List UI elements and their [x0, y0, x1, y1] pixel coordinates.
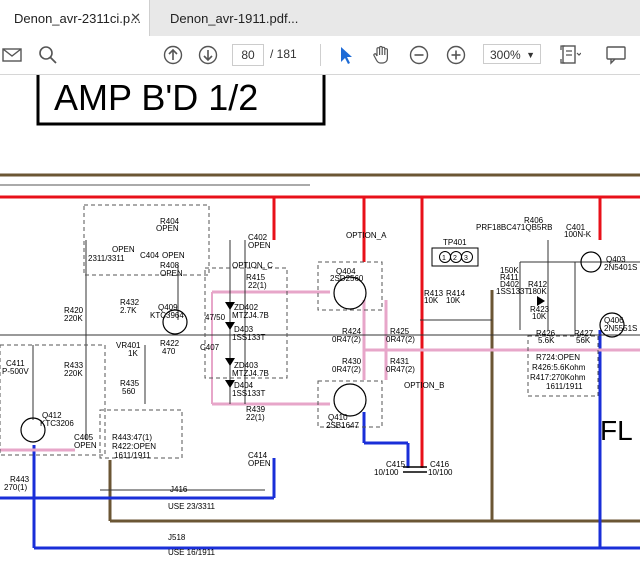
toolbar-divider: [320, 44, 321, 66]
label-r413v: 10K: [424, 296, 439, 305]
label-r423v: 10K: [532, 312, 547, 321]
tab-bar: Denon_avr-2311ci.p... ✕ Denon_avr-1911.p…: [0, 0, 640, 37]
label-q403t: 2N5401S: [604, 263, 637, 272]
label-c404: C404: [140, 251, 160, 260]
zoom-value: 300%: [490, 48, 521, 62]
label-open-block-models: 2311/3311: [88, 254, 125, 263]
label-j518-use: USE 16/1911: [168, 548, 216, 557]
label-c405v: OPEN: [74, 441, 97, 450]
label-c416v: 10/100: [428, 468, 453, 477]
mail-icon[interactable]: [0, 43, 24, 67]
tab-label: Denon_avr-1911.pdf...: [170, 10, 299, 26]
label-r431v: 0R47(2): [386, 365, 415, 374]
label-option-a: OPTION_A: [346, 231, 387, 240]
label-r443-note3: 1611/1911: [114, 451, 151, 460]
tab-label: Denon_avr-2311ci.p...: [14, 10, 141, 26]
label-tp401: TP401: [443, 238, 467, 247]
label-zd403t: MTZJ4.7B: [232, 369, 269, 378]
hand-icon[interactable]: [369, 43, 393, 67]
label-j416-use: USE 23/3311: [168, 502, 216, 511]
label-note-r426: R426:5.6Kohm: [532, 363, 586, 372]
schematic-title: AMP B'D 1/2: [54, 77, 258, 118]
label-r432v: 2.7K: [120, 306, 137, 315]
label-zd402t: MTZJ4.7B: [232, 311, 269, 320]
label-r415v: 22(1): [248, 281, 267, 290]
tab-denon-1911[interactable]: Denon_avr-1911.pdf...: [156, 0, 326, 36]
close-tab-icon[interactable]: ✕: [130, 10, 141, 26]
zoom-out-icon[interactable]: [407, 43, 431, 67]
label-r420v: 220K: [64, 314, 83, 323]
comment-icon[interactable]: [604, 43, 628, 67]
tab-denon-2311[interactable]: Denon_avr-2311ci.p... ✕: [0, 0, 150, 36]
label-r435v: 560: [122, 387, 136, 396]
page-number-input[interactable]: 80: [232, 44, 264, 66]
label-prf: PRF18BC471QB5RB: [476, 223, 552, 232]
label-tp-pin1: 1: [442, 255, 446, 262]
label-open-block: OPEN: [112, 245, 135, 254]
label-c414v: OPEN: [248, 459, 271, 468]
label-option-c: OPTION_C: [232, 261, 273, 270]
label-c407: C407: [200, 343, 220, 352]
label-r443-note2: R422:OPEN: [112, 442, 156, 451]
label-c401v: 100N-K: [564, 230, 592, 239]
label-d402t: 1SS133T: [496, 287, 529, 296]
page-down-icon[interactable]: [196, 43, 220, 67]
label-q406t: 2N5551S: [604, 324, 637, 333]
page-up-icon[interactable]: [161, 43, 185, 67]
select-cursor-icon[interactable]: [334, 43, 358, 67]
label-r427v: 56K: [576, 336, 591, 345]
label-open1: OPEN: [156, 224, 179, 233]
transistor-q410: [333, 383, 367, 417]
label-option-b: OPTION_B: [404, 381, 444, 390]
pdf-page[interactable]: AMP B'D 1/2 R404 OPEN C404 OPEN R408 OPE…: [0, 75, 640, 565]
label-tp-pin3: 3: [464, 255, 468, 262]
label-r426v: 5.6K: [538, 336, 555, 345]
label-r443-note1: R443:47(1): [112, 433, 152, 442]
label-note-models: 1611/1911: [546, 382, 583, 391]
label-q410t: 2SB1647: [326, 421, 359, 430]
label-note-r417: R417:270Kohm: [530, 373, 586, 382]
label-open3: OPEN: [160, 269, 183, 278]
label-r412v: 180K: [528, 287, 547, 296]
label-tp-pin2: 2: [453, 255, 457, 262]
label-q409t: KTC3964: [150, 311, 184, 320]
label-r433v: 220K: [64, 369, 83, 378]
label-r424v: 0R47(2): [332, 335, 361, 344]
label-r422v: 470: [162, 347, 176, 356]
page-total: / 181: [270, 47, 297, 61]
label-c411v: P-500V: [2, 367, 29, 376]
fit-page-icon[interactable]: [558, 43, 582, 67]
label-fl-side: FL: [600, 415, 633, 446]
label-j518: J518: [168, 533, 186, 542]
label-c415v: 10/100: [374, 468, 399, 477]
label-r439v: 22(1): [246, 413, 265, 422]
chevron-down-icon: ▼: [526, 50, 535, 60]
label-j416: J416: [170, 485, 188, 494]
label-d404t: 1SS133T: [232, 389, 265, 398]
label-open2: OPEN: [162, 251, 185, 260]
label-vr401v: 1K: [128, 349, 138, 358]
label-d403t: 1SS133T: [232, 333, 265, 342]
zoom-in-icon[interactable]: [444, 43, 468, 67]
label-q412t: KTC3206: [40, 419, 74, 428]
zoom-search-icon[interactable]: [36, 43, 60, 67]
label-r430v: 0R47(2): [332, 365, 361, 374]
label-c407v: 47/50: [205, 313, 226, 322]
label-open4: OPEN: [248, 241, 271, 250]
label-r425v: 0R47(2): [386, 335, 415, 344]
label-r414v: 10K: [446, 296, 461, 305]
label-q404t: 2SD2560: [330, 274, 364, 283]
zoom-select[interactable]: 300% ▼: [483, 44, 541, 64]
label-note-r427: R724:OPEN: [536, 353, 580, 362]
schematic-drawing: AMP B'D 1/2 R404 OPEN C404 OPEN R408 OPE…: [0, 75, 640, 557]
label-r443v: 270(1): [4, 483, 27, 492]
